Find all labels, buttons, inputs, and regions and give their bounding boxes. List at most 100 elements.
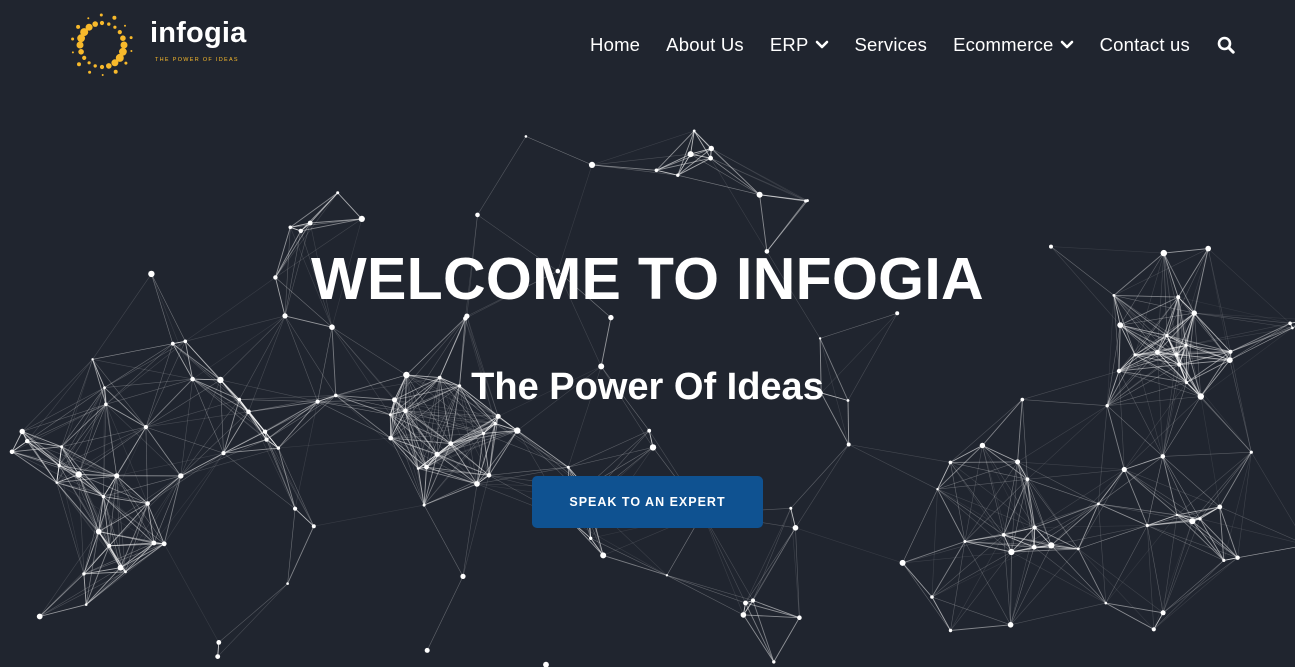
network-node: [434, 451, 440, 457]
network-link: [937, 488, 966, 542]
nav-item-about-us[interactable]: About Us: [666, 34, 744, 56]
network-link: [1010, 551, 1012, 625]
network-node: [216, 640, 222, 645]
network-node: [282, 313, 288, 319]
network-link: [1034, 469, 1125, 528]
nav-item-contact-us[interactable]: Contact us: [1100, 34, 1190, 56]
network-link: [603, 554, 668, 576]
nav-item-services[interactable]: Services: [855, 34, 928, 56]
network-node: [608, 314, 614, 321]
network-link: [1119, 324, 1136, 356]
network-node: [143, 425, 148, 430]
network-link: [1186, 323, 1291, 346]
network-node: [589, 536, 593, 540]
network-link: [600, 317, 612, 367]
network-link: [1162, 456, 1220, 508]
network-link: [702, 513, 744, 616]
network-node: [82, 572, 86, 576]
network-node: [36, 613, 43, 620]
network-link: [1017, 461, 1125, 470]
logo-dot: [85, 23, 93, 31]
network-node: [416, 467, 420, 470]
network-node: [311, 524, 316, 529]
network-node: [566, 465, 570, 469]
network-node: [101, 494, 106, 499]
nav-item-label: ERP: [769, 34, 809, 55]
nav-item-label: Services: [854, 34, 928, 55]
network-link: [39, 571, 126, 617]
search-icon[interactable]: [1217, 36, 1235, 54]
network-link: [120, 543, 165, 569]
network-link: [217, 583, 288, 657]
logo-dot: [124, 61, 128, 65]
network-link: [287, 508, 296, 584]
network-link: [517, 430, 569, 468]
network-link: [1229, 323, 1291, 361]
network-node: [647, 428, 652, 433]
network-link: [848, 444, 951, 463]
logo-dot: [77, 62, 81, 67]
network-background: [9, 129, 1295, 667]
network-link: [752, 527, 796, 601]
nav-item-ecommerce[interactable]: Ecommerce: [953, 34, 1074, 56]
network-link: [1010, 548, 1079, 625]
network-node: [756, 191, 763, 198]
chevron-down-icon: [1060, 40, 1073, 49]
logo-link[interactable]: infogia THE POWER OF IDEAS: [66, 9, 251, 81]
network-link: [1098, 405, 1108, 504]
network-node: [276, 446, 281, 450]
network-node: [495, 413, 501, 419]
logo-dot: [87, 17, 90, 20]
brand-name: infogia: [150, 17, 247, 49]
network-node: [1175, 513, 1179, 517]
network-link: [902, 562, 933, 598]
network-link: [902, 562, 951, 631]
network-node: [448, 441, 454, 446]
network-link: [1010, 602, 1106, 626]
network-link: [950, 551, 1012, 631]
network-node: [1076, 547, 1080, 551]
network-node: [1025, 477, 1030, 482]
network-node: [1117, 322, 1124, 328]
speak-to-expert-button[interactable]: SPEAK TO AN EXPERT: [532, 476, 763, 528]
nav-item-home[interactable]: Home: [590, 34, 640, 56]
logo-dot: [82, 55, 87, 61]
logo-dot: [71, 51, 74, 54]
network-link: [78, 426, 147, 475]
network-node: [246, 409, 251, 415]
network-node: [293, 506, 298, 511]
network-node: [1174, 352, 1179, 357]
logo-dot: [88, 70, 92, 74]
network-link: [290, 192, 338, 228]
network-node: [797, 615, 802, 620]
logo-dot: [76, 24, 81, 29]
network-node: [588, 161, 596, 168]
network-link: [1230, 322, 1291, 353]
network-link: [666, 575, 744, 616]
network-node: [930, 595, 934, 599]
network-link: [745, 602, 775, 663]
network-node: [170, 341, 175, 346]
network-link: [656, 130, 695, 171]
network-node: [1145, 523, 1149, 528]
network-link: [1176, 451, 1252, 516]
network-link: [405, 410, 484, 434]
network-node: [493, 421, 497, 426]
network-node: [481, 431, 486, 436]
network-node: [151, 540, 157, 546]
logo-dot: [78, 49, 84, 55]
network-node: [183, 339, 188, 344]
network-link: [477, 136, 527, 216]
logo-dot: [71, 37, 75, 41]
network-link: [710, 158, 768, 252]
network-node: [460, 573, 466, 580]
network-node: [708, 155, 713, 161]
network-node: [19, 428, 25, 435]
network-link: [937, 488, 1035, 528]
network-link: [1186, 327, 1293, 346]
logo-dot: [129, 36, 133, 40]
network-node: [708, 145, 714, 152]
nav-item-erp[interactable]: ERP: [770, 34, 829, 56]
network-link: [1162, 560, 1224, 614]
network-link: [766, 200, 807, 252]
